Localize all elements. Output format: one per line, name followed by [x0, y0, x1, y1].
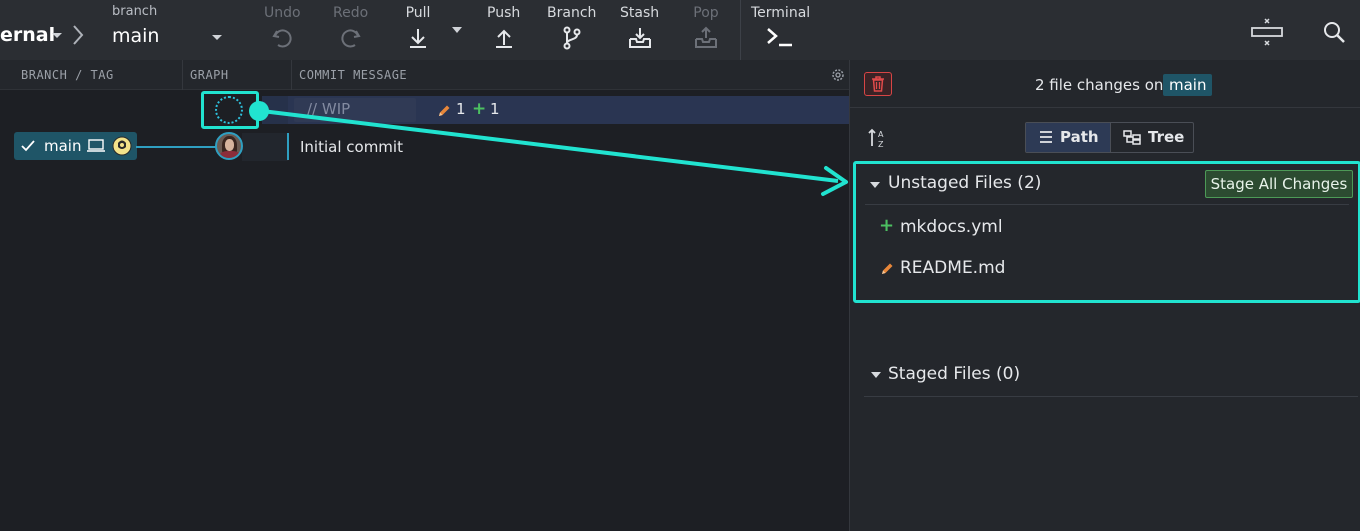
stash-icon [628, 28, 651, 48]
redo-icon [340, 29, 361, 48]
list-icon [1040, 131, 1052, 143]
column-branch-tag[interactable]: BRANCH / TAG [21, 68, 114, 82]
pull-button[interactable]: Pull [405, 0, 431, 60]
pop-label: Pop [693, 5, 719, 21]
commit-message[interactable]: Initial commit [300, 138, 403, 156]
toolbar: ernal branch main Undo Redo Pull Push Br… [0, 0, 1360, 60]
redo-label: Redo [333, 5, 369, 21]
column-divider[interactable] [182, 60, 183, 90]
stage-all-changes-button[interactable]: Stage All Changes [1205, 170, 1353, 198]
svg-text:Z: Z [878, 140, 884, 149]
changes-branch-badge: main [1163, 74, 1213, 96]
plus-icon: + [472, 99, 487, 119]
terminal-button[interactable]: Terminal [751, 0, 810, 60]
pencil-icon [437, 103, 451, 122]
layout-toggle-icon[interactable] [1250, 16, 1284, 54]
column-graph[interactable]: GRAPH [190, 68, 229, 82]
push-button[interactable]: Push [487, 0, 520, 60]
search-icon[interactable] [1322, 20, 1346, 48]
repo-dropdown-caret-icon[interactable] [52, 33, 62, 38]
collapse-triangle-icon[interactable] [870, 182, 880, 188]
wip-node[interactable] [215, 96, 243, 124]
commit-row-marker [287, 133, 289, 160]
wip-row-graph-cell[interactable] [262, 96, 288, 124]
column-commit-message[interactable]: COMMIT MESSAGE [299, 68, 407, 82]
path-view-label: Path [1060, 128, 1099, 146]
wip-placeholder: // WIP [307, 100, 351, 118]
unstaged-files-section: Unstaged Files (2) Stage All Changes + m… [853, 161, 1360, 303]
branch-connector-line [136, 146, 216, 148]
branch-caption: branch [112, 4, 158, 19]
section-divider [864, 396, 1358, 397]
pull-icon [410, 29, 426, 48]
branch-dropdown-caret-icon[interactable] [212, 35, 222, 40]
pop-icon [695, 26, 717, 48]
commit-graph: BRANCH / TAG GRAPH COMMIT MESSAGE // WIP… [0, 60, 849, 531]
commit-row-graph-cell[interactable] [242, 133, 288, 161]
redo-button[interactable]: Redo [333, 0, 368, 60]
panel-header: 2 file changes on main [850, 60, 1360, 108]
file-changes-summary: 2 file changes on [1035, 76, 1164, 94]
branch-icon [563, 26, 581, 50]
staged-files-title[interactable]: Staged Files (0) [888, 364, 1020, 384]
remote-avatar-icon [112, 136, 132, 156]
graph-column-header: BRANCH / TAG GRAPH COMMIT MESSAGE [0, 60, 849, 90]
laptop-icon [87, 139, 105, 152]
unstaged-files-title[interactable]: Unstaged Files (2) [888, 173, 1041, 193]
commit-panel: 2 file changes on main AZ Path Tree Unst… [849, 60, 1360, 531]
file-name: README.md [900, 258, 1006, 278]
view-mode-toggle: Path Tree [1025, 122, 1194, 153]
terminal-label: Terminal [751, 5, 811, 21]
column-divider[interactable] [291, 60, 292, 90]
undo-button[interactable]: Undo [264, 0, 301, 60]
chevron-right-icon [72, 24, 84, 50]
added-plus-icon: + [879, 215, 895, 236]
path-view-button[interactable]: Path [1026, 123, 1110, 152]
gear-icon[interactable] [830, 67, 846, 87]
avatar[interactable] [215, 132, 243, 160]
tree-icon [1123, 130, 1141, 145]
check-icon [21, 140, 35, 152]
undo-icon [272, 29, 292, 48]
push-label: Push [487, 5, 521, 21]
branch-selector[interactable]: main [112, 25, 159, 47]
discard-changes-button[interactable] [864, 72, 892, 96]
wip-added-count: 1 [490, 100, 500, 118]
pull-label: Pull [405, 5, 431, 21]
terminal-icon [767, 28, 792, 47]
section-divider [865, 204, 1349, 205]
toolbar-divider [740, 0, 741, 60]
pull-options-caret-icon[interactable] [452, 27, 462, 33]
branch-button[interactable]: Branch [547, 0, 596, 60]
tree-view-label: Tree [1148, 128, 1185, 146]
repo-name[interactable]: ernal [0, 24, 55, 46]
trash-icon [872, 76, 884, 92]
svg-text:A: A [878, 130, 884, 139]
tree-view-button[interactable]: Tree [1110, 123, 1194, 152]
branch-label: Branch [547, 5, 597, 21]
branch-tag-main[interactable]: main [14, 132, 137, 160]
branch-tag-label: main [44, 137, 82, 155]
wip-modified-count: 1 [456, 100, 466, 118]
file-name: mkdocs.yml [900, 217, 1003, 237]
pencil-icon [880, 261, 894, 280]
collapse-triangle-icon[interactable] [871, 372, 881, 378]
push-icon [495, 29, 512, 48]
pop-button[interactable]: Pop [693, 0, 719, 60]
stash-label: Stash [620, 5, 660, 21]
sort-az-icon[interactable]: AZ [867, 127, 889, 153]
undo-label: Undo [264, 5, 301, 21]
stash-button[interactable]: Stash [620, 0, 659, 60]
